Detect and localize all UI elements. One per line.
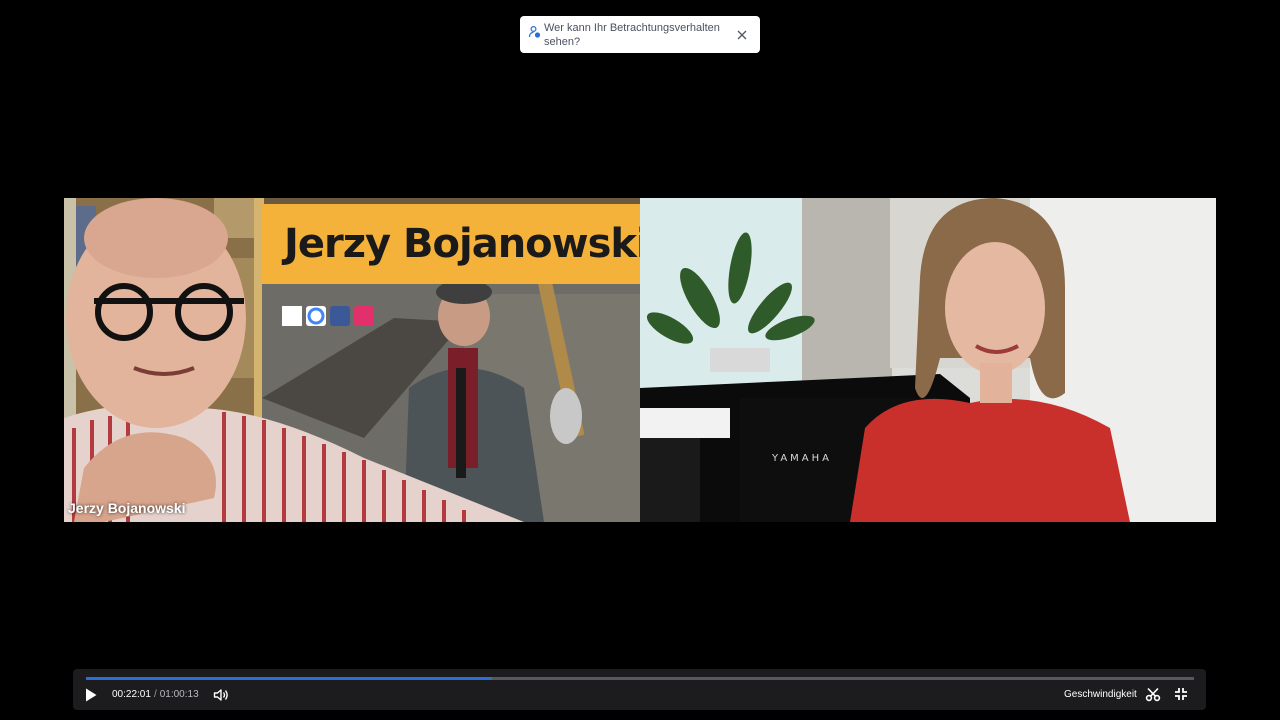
privacy-toast-text: Wer kann Ihr Betrachtungsverhalten sehen… (544, 21, 720, 48)
current-time: 00:22:01 (112, 689, 151, 700)
clip-button[interactable] (1144, 685, 1162, 703)
play-icon (86, 688, 97, 702)
privacy-toast: Wer kann Ihr Betrachtungsverhalten sehen… (520, 16, 760, 53)
video-player-stage: Wer kann Ihr Betrachtungsverhalten sehen… (0, 0, 1280, 720)
scissors-icon (1145, 687, 1161, 702)
volume-icon (213, 689, 228, 701)
exit-fullscreen-icon (1175, 688, 1187, 700)
progress-bar[interactable] (86, 677, 1194, 680)
volume-button[interactable] (212, 686, 230, 704)
speed-button[interactable]: Geschwindigkeit (1064, 689, 1137, 700)
participant-tile-left: Jerzy Bojanowski Jerzy Bojanowski (64, 198, 640, 522)
user-privacy-icon (528, 25, 542, 39)
duration: 01:00:13 (159, 689, 199, 700)
right-video-scene (640, 198, 1216, 522)
banner-text: Jerzy Bojanowski (284, 221, 640, 267)
time-display: 00:22:01/01:00:13 (112, 689, 199, 700)
participant-name-label: Jerzy Bojanowski (68, 500, 186, 516)
time-separator: / (153, 689, 157, 700)
piano-brand-text: YAMAHA (772, 453, 833, 464)
participant-tile-right: YAMAHA (640, 198, 1216, 522)
play-button[interactable] (83, 686, 99, 704)
player-controls: 00:22:01/01:00:13 Geschwindigkeit (73, 669, 1206, 710)
name-banner: Jerzy Bojanowski (262, 204, 640, 284)
close-icon[interactable] (734, 26, 750, 44)
exit-fullscreen-button[interactable] (1172, 685, 1190, 703)
progress-fill (86, 677, 492, 680)
video-frame[interactable]: Jerzy Bojanowski Jerzy Bojanowski YAMAHA (64, 198, 1216, 522)
